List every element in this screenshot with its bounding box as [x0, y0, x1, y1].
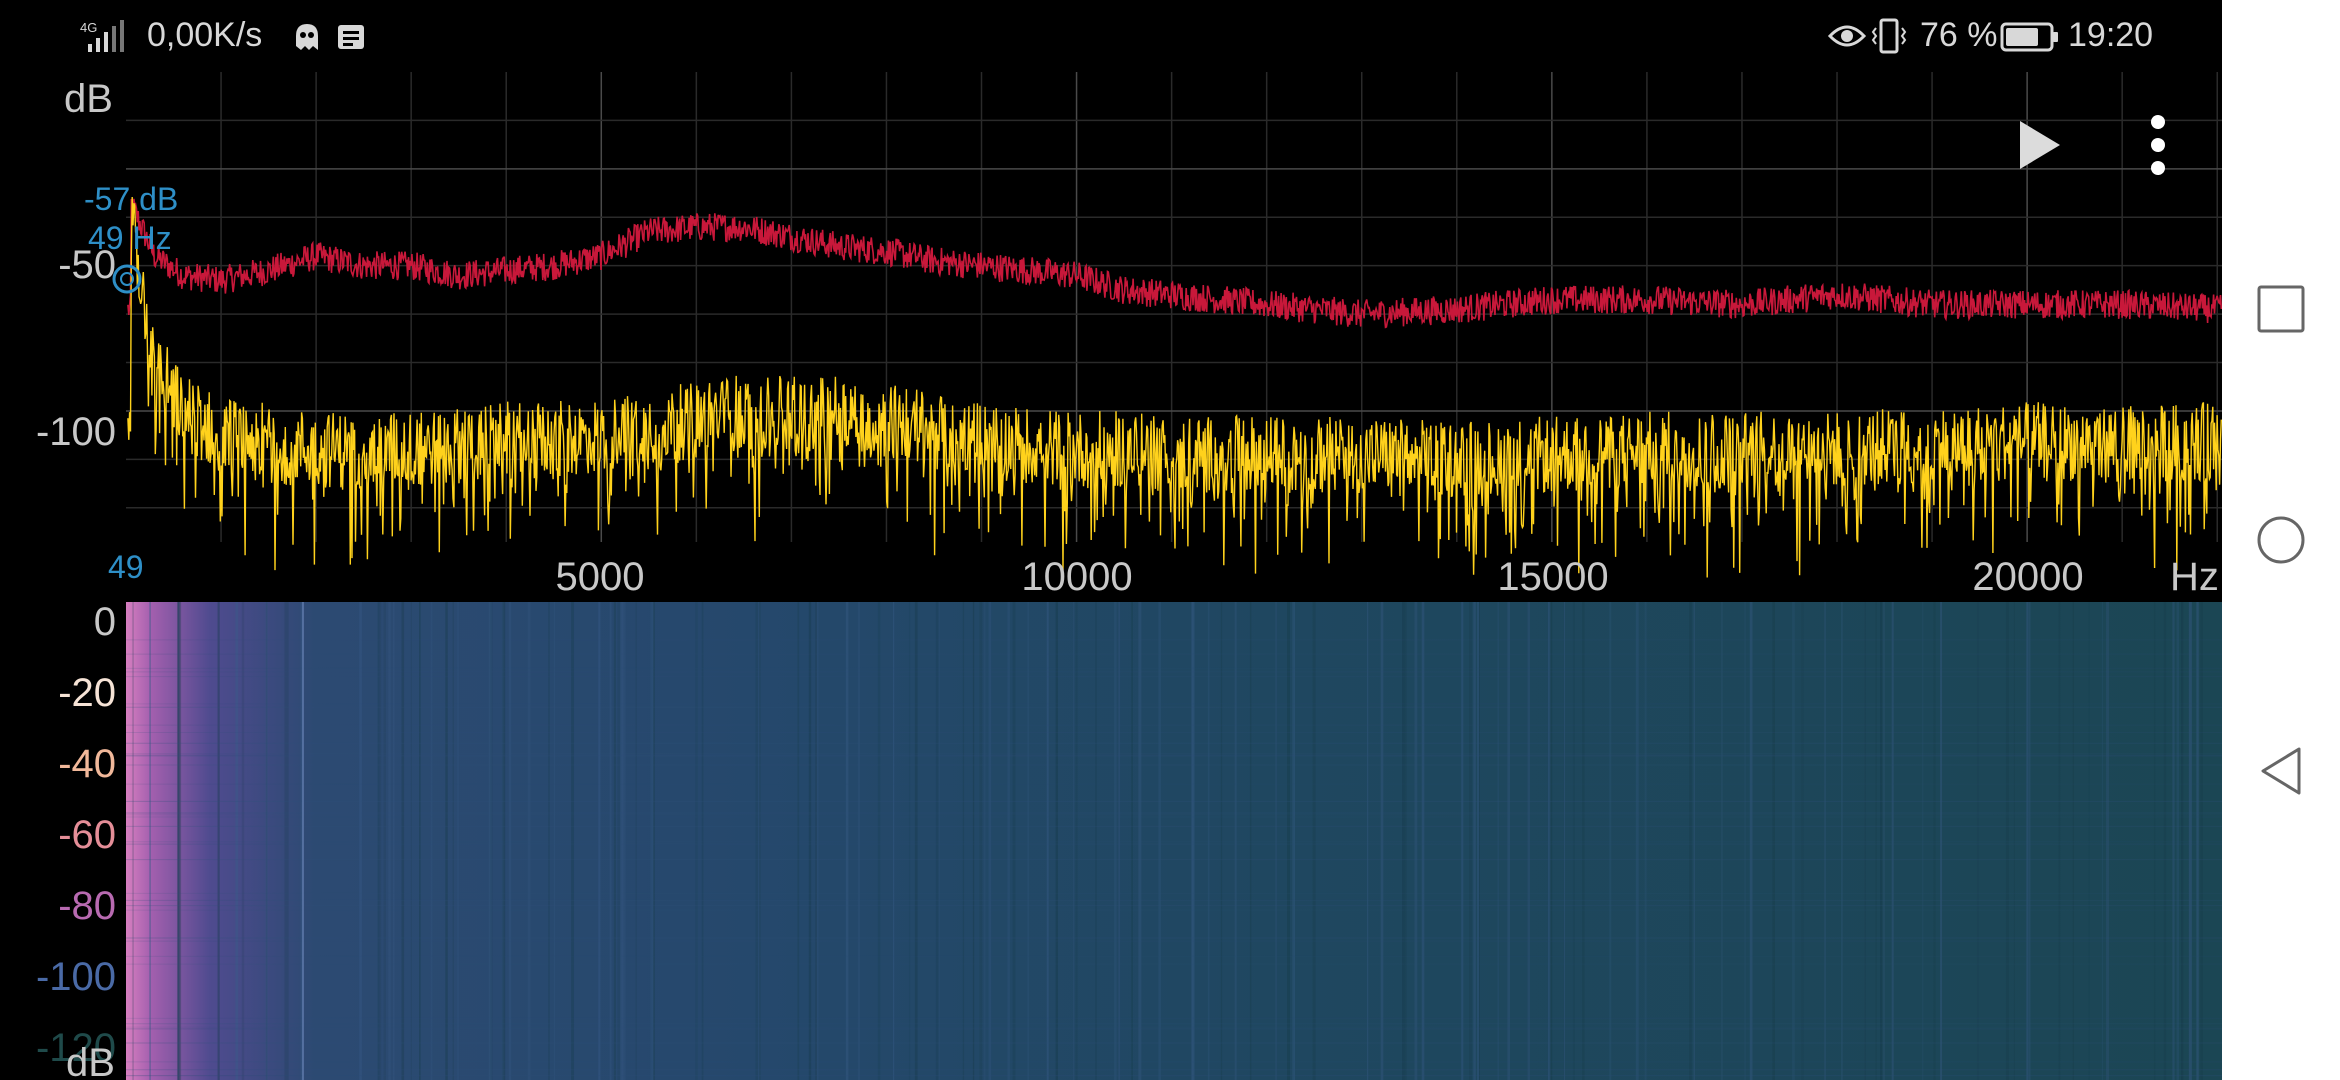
scale-label: 0: [94, 602, 116, 644]
signal-icon: 4G: [80, 20, 124, 52]
scale-label: -100: [36, 955, 116, 999]
spectrogram-image: [126, 602, 2222, 1080]
battery-icon: [2000, 22, 2058, 52]
y-tick-label: -100: [36, 410, 116, 454]
recents-button[interactable]: [2255, 283, 2307, 335]
scale-label: -60: [58, 813, 116, 857]
clock: 19:20: [2068, 16, 2154, 54]
battery-percent: 76 %: [1920, 16, 1998, 54]
status-bar: 4G 0,00K/s 76 % 19:20: [0, 0, 2222, 72]
live-series-line: [127, 196, 2222, 578]
eye-icon: [1828, 25, 1866, 47]
peak-series-line: [127, 198, 2222, 329]
series-line: [127, 198, 2222, 329]
x-tick-label: 10000: [1021, 555, 1132, 599]
x-tick-label: 20000: [1972, 555, 2083, 599]
ghost-icon: [296, 24, 318, 50]
series-line: [127, 196, 2222, 578]
overflow-menu-icon: [2151, 115, 2165, 175]
x-tick-label: 5000: [556, 555, 645, 599]
cursor-db-label: -57 dB: [84, 181, 178, 217]
play-icon: [2020, 121, 2060, 169]
svg-text:4G: 4G: [80, 20, 97, 35]
y-axis-unit: dB: [64, 77, 113, 121]
x-start-label: 49: [108, 549, 144, 585]
scale-unit: dB: [66, 1041, 115, 1080]
message-icon: [338, 25, 364, 49]
vibrate-icon: [1871, 18, 1907, 54]
cursor-hz-label: 49 Hz: [88, 220, 172, 256]
x-axis-unit: Hz: [2170, 555, 2219, 599]
spectrogram[interactable]: 0 -20 -40 -60 -80 -100 -120 dB: [0, 602, 2222, 1080]
overflow-menu-button[interactable]: [2138, 112, 2178, 178]
net-speed: 0,00K/s: [147, 16, 263, 54]
scale-label: -80: [58, 884, 116, 928]
back-button[interactable]: [2255, 745, 2307, 797]
spectrum-chart[interactable]: dB -50 -100 5000 10000 15000 20000 Hz 49…: [0, 72, 2222, 602]
scale-label: -40: [58, 742, 116, 786]
x-tick-label: 15000: [1497, 555, 1608, 599]
play-button[interactable]: [2010, 115, 2070, 175]
scale-label: -20: [58, 671, 116, 715]
home-button[interactable]: [2255, 514, 2307, 566]
